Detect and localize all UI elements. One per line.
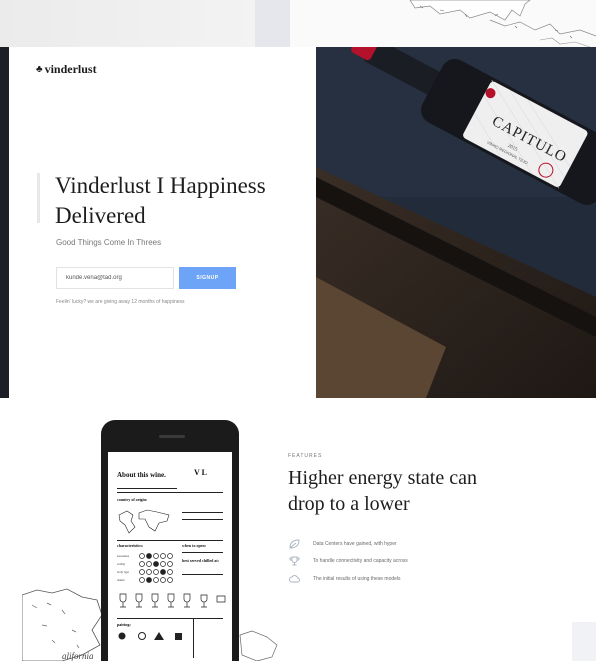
- cloud-icon: [288, 574, 300, 584]
- feature-item: The initial results of using these model…: [288, 574, 401, 584]
- top-banner-strip: [0, 0, 596, 47]
- corner-block: [572, 622, 596, 661]
- title-accent-bar: [37, 173, 40, 223]
- features-label: FEATURES: [288, 453, 323, 459]
- serve-heading: best served chilled at:: [182, 558, 219, 563]
- top-banner-divider: [255, 0, 290, 47]
- screen-logo: V L: [194, 468, 207, 477]
- trait-sweetness: sweetness: [117, 554, 129, 558]
- phone-screen: About this wine. V L country of origin: …: [108, 452, 232, 661]
- characteristics-heading: characteristics:: [117, 543, 144, 548]
- top-map-illustration: [290, 0, 596, 47]
- trophy-icon: [288, 556, 300, 566]
- hero-subtitle: Good Things Come In Threes: [56, 238, 162, 247]
- trait-tannin: tannin: [117, 578, 125, 582]
- email-field[interactable]: [56, 267, 174, 289]
- trait-acidity: acidity: [117, 562, 126, 566]
- brand-name: vinderlust: [44, 62, 97, 76]
- top-banner-left: [0, 0, 255, 47]
- feature-text: Data Centers have gained, with hyper: [313, 541, 397, 547]
- pairing-heading: pairing:: [117, 622, 131, 627]
- pairing-icons: [118, 632, 182, 640]
- world-map-icon: [118, 509, 170, 534]
- svg-text:alifornia: alifornia: [62, 651, 94, 661]
- brand-logo[interactable]: ♣ vinderlust: [36, 62, 97, 77]
- features-title: Higher energy state can drop to a lower: [288, 467, 477, 515]
- feature-item: Data Centers have gained, with hyper: [288, 539, 397, 549]
- country-heading: country of origin:: [117, 497, 148, 502]
- phone-speaker: [159, 435, 185, 438]
- screen-title: About this wine.: [117, 471, 166, 479]
- trait-scale-dots: [139, 553, 173, 583]
- when-heading: when to open:: [182, 543, 207, 548]
- wine-bottle-photo: CAPITULO 2015 VINHO REGIONAL TEJO: [316, 47, 596, 398]
- glass-icons: [119, 593, 226, 608]
- hero-note: Feelin' lucky? we are giving away 12 mon…: [56, 299, 185, 305]
- leaf-icon: [288, 539, 300, 549]
- hero-title: Vinderlust I Happiness Delivered: [55, 173, 266, 228]
- left-dark-rail: [0, 47, 9, 398]
- feature-text: The initial results of using these model…: [313, 576, 401, 582]
- feature-text: To handle connectivity and capacity acro…: [313, 558, 408, 564]
- signup-button[interactable]: SIGNUP: [179, 267, 236, 289]
- feature-item: To handle connectivity and capacity acro…: [288, 556, 408, 566]
- grape-icon: ♣: [36, 64, 43, 75]
- trait-body: body type: [117, 570, 129, 574]
